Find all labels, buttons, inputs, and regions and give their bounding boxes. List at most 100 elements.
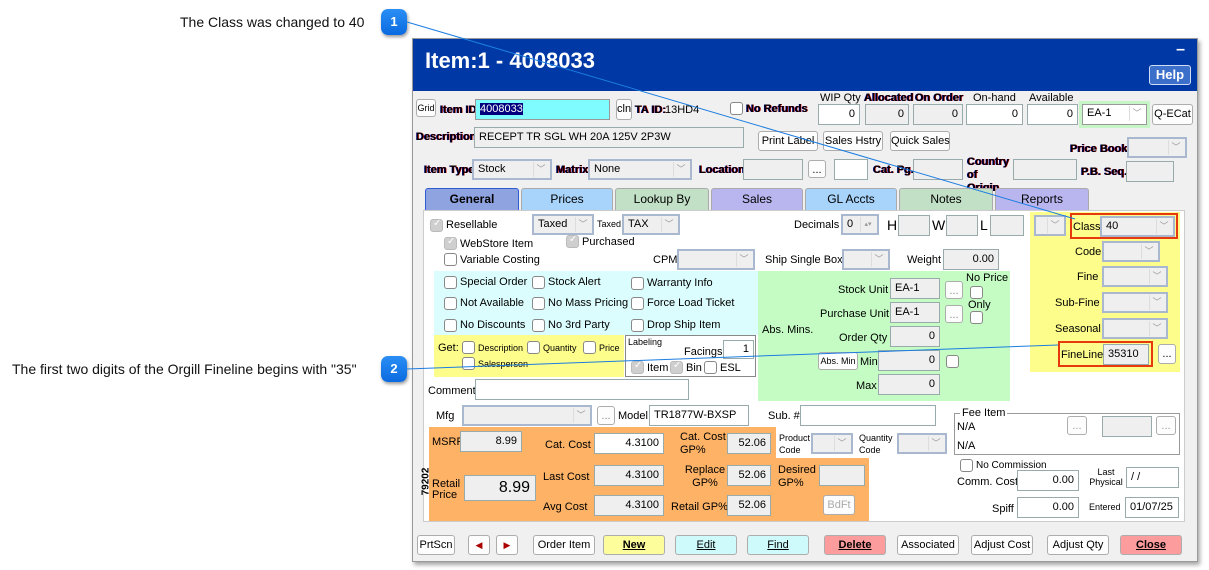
weight-field[interactable]: 0.00	[943, 249, 999, 270]
quick-sales-button[interactable]: Quick Sales	[890, 131, 950, 151]
get-quantity-checkbox[interactable]	[527, 341, 540, 354]
label-item-checkbox[interactable]	[631, 360, 644, 374]
webstore-item-checkbox[interactable]	[444, 236, 457, 250]
edit-button[interactable]: Edit	[675, 535, 737, 555]
sub-fine-select[interactable]: ﹀	[1102, 292, 1168, 313]
tab-notes[interactable]: Notes	[899, 188, 993, 210]
close-button[interactable]: Close	[1120, 535, 1182, 555]
cpm-select[interactable]: ﹀	[677, 249, 755, 270]
no-discounts-checkbox[interactable]	[444, 319, 457, 332]
previous-button[interactable]: ◀	[468, 535, 490, 555]
no-3rd-party-checkbox[interactable]	[532, 319, 545, 332]
code-select[interactable]: ﹀	[1102, 241, 1160, 262]
abs-min-button[interactable]: Abs. Min	[818, 352, 858, 370]
comment-field[interactable]	[475, 379, 689, 400]
tab-sales[interactable]: Sales	[711, 188, 803, 210]
no-price-checkbox[interactable]	[970, 286, 983, 299]
tab-general[interactable]: General	[425, 188, 519, 210]
mfg-lookup-button[interactable]: ...	[597, 406, 615, 425]
tab-lookup-by[interactable]: Lookup By	[615, 188, 709, 210]
only-checkbox[interactable]	[970, 311, 983, 324]
desired-gp-field[interactable]	[819, 465, 865, 486]
cat-cost-field[interactable]: 4.3100	[594, 433, 664, 454]
comm-cost-field[interactable]: 0.00	[1017, 470, 1079, 491]
get-description-checkbox[interactable]	[462, 341, 475, 354]
stock-alert-checkbox[interactable]	[532, 276, 545, 289]
prtscn-button[interactable]: PrtScn	[417, 535, 455, 555]
variable-costing-checkbox[interactable]	[444, 253, 457, 266]
resellable-checkbox[interactable]	[430, 218, 443, 232]
delete-button[interactable]: Delete	[824, 535, 886, 555]
find-button[interactable]: Find	[747, 535, 809, 555]
cln-button[interactable]: cln	[616, 99, 632, 120]
grid-button[interactable]: Grid	[416, 99, 436, 117]
msrp-field[interactable]: 8.99	[460, 431, 522, 452]
no-mass-pricing-checkbox[interactable]	[532, 297, 545, 310]
warranty-info-checkbox[interactable]	[631, 277, 644, 290]
tab-gl-accts[interactable]: GL Accts	[805, 188, 897, 210]
drop-ship-item-checkbox[interactable]	[631, 319, 644, 332]
last-physical-field[interactable]: / /	[1126, 467, 1179, 488]
tab-prices[interactable]: Prices	[521, 188, 613, 210]
spiff-field[interactable]: 0.00	[1017, 497, 1079, 518]
fineline-lookup-button[interactable]: ...	[1158, 344, 1176, 364]
location-field[interactable]	[743, 159, 803, 180]
fee-item-lookup-button[interactable]: ...	[1067, 416, 1087, 435]
sales-history-button[interactable]: Sales Hstry	[823, 131, 883, 151]
description-field[interactable]: RECEPT TR SGL WH 20A 125V 2P3W	[474, 127, 744, 148]
print-label-button[interactable]: Print Label	[758, 131, 818, 151]
fineline-field[interactable]: 35310	[1103, 344, 1149, 365]
minimize-button[interactable]: –	[1176, 41, 1185, 59]
order-qty-field[interactable]: 0	[890, 326, 940, 347]
tab-reports[interactable]: Reports	[995, 188, 1089, 210]
new-button[interactable]: New	[603, 535, 665, 555]
class-select[interactable]: 40 ﹀	[1100, 216, 1175, 237]
min-field[interactable]: 0	[878, 350, 940, 371]
fine-select[interactable]: ﹀	[1102, 266, 1168, 287]
get-price-checkbox[interactable]	[583, 341, 596, 354]
max-field[interactable]: 0	[878, 374, 940, 395]
stock-unit-lookup-button[interactable]: ...	[945, 281, 963, 299]
purchase-unit-field[interactable]: EA-1	[890, 302, 940, 323]
matrix-select[interactable]: None ﹀	[588, 159, 692, 180]
adjust-qty-button[interactable]: Adjust Qty	[1047, 535, 1109, 555]
facings-field[interactable]: 1	[723, 340, 754, 359]
order-item-button[interactable]: Order Item	[533, 535, 595, 555]
no-commission-checkbox[interactable]	[960, 459, 973, 472]
height-field[interactable]	[898, 215, 930, 236]
location-lookup-button[interactable]: ...	[808, 160, 826, 178]
location-sub-field[interactable]	[834, 159, 868, 180]
help-button[interactable]: Help	[1149, 65, 1191, 85]
cat-pg-field[interactable]	[913, 159, 963, 180]
fee-item-field[interactable]	[1102, 416, 1152, 437]
min-flag-checkbox[interactable]	[946, 355, 959, 368]
special-order-checkbox[interactable]	[444, 276, 457, 289]
fee-item-lookup-button-2[interactable]: ...	[1156, 416, 1176, 435]
country-field[interactable]	[1013, 159, 1077, 180]
not-available-checkbox[interactable]	[444, 297, 457, 310]
seasonal-select[interactable]: ﹀	[1102, 318, 1168, 339]
model-field[interactable]: TR1877W-BXSP	[649, 405, 749, 426]
length-field[interactable]	[990, 215, 1024, 236]
mfg-select[interactable]: ﹀	[462, 405, 592, 426]
product-code-select[interactable]: ﹀	[811, 433, 853, 454]
class-prefix-select[interactable]: ﹀	[1034, 215, 1066, 236]
next-button[interactable]: ▶	[496, 535, 518, 555]
ship-single-box-select[interactable]: ﹀	[842, 249, 890, 270]
no-refunds-checkbox[interactable]	[730, 102, 743, 115]
price-book-select[interactable]: ﹀	[1127, 137, 1187, 158]
pb-seq-field[interactable]	[1126, 161, 1174, 182]
width-field[interactable]	[946, 215, 978, 236]
unit-select[interactable]: EA-1 ﹀	[1082, 104, 1147, 125]
associated-button[interactable]: Associated	[897, 535, 959, 555]
force-load-ticket-checkbox[interactable]	[631, 297, 644, 310]
bdft-button[interactable]: BdFt	[823, 495, 855, 515]
item-id-input[interactable]: 4008033	[475, 99, 610, 120]
quantity-code-select[interactable]: ﹀	[897, 433, 947, 454]
retail-price-field[interactable]: 8.99	[464, 475, 536, 501]
item-type-select[interactable]: Stock ﹀	[472, 159, 552, 180]
label-esl-checkbox[interactable]	[704, 361, 717, 374]
q-ecat-button[interactable]: Q-ECat	[1152, 104, 1193, 125]
tax-select[interactable]: TAX ﹀	[622, 214, 680, 235]
get-salesperson-checkbox[interactable]	[462, 357, 475, 370]
